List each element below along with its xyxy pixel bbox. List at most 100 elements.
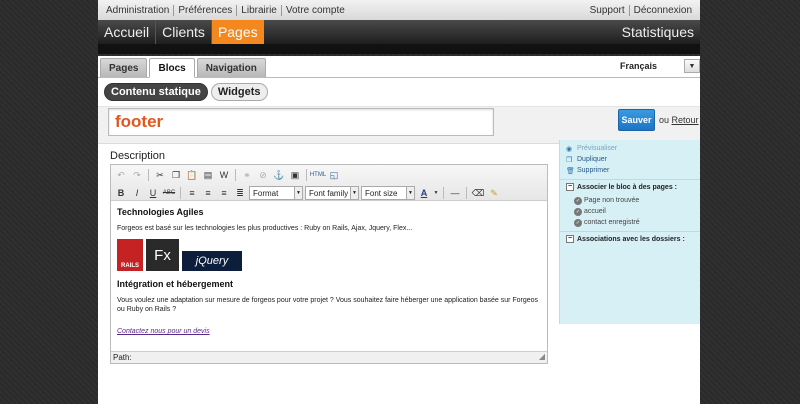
preview-label: Prévisualiser (577, 145, 618, 152)
nav-accueil[interactable]: Accueil (98, 20, 157, 44)
main-nav: Accueil Clients Pages Statistiques (98, 20, 700, 46)
link-icon[interactable]: ⚭ (240, 168, 254, 182)
cut-icon[interactable]: ✂ (153, 168, 167, 182)
back-link[interactable]: Retour (672, 115, 699, 125)
content-area: Pages Blocs Navigation Français ▼ Conten… (98, 56, 700, 404)
chevron-down-icon: ▼ (294, 187, 302, 199)
save-button[interactable]: Sauver (618, 109, 655, 131)
menu-deconnexion[interactable]: Déconnexion (628, 4, 696, 16)
tab-navigation[interactable]: Navigation (196, 58, 266, 77)
remove-format-icon[interactable]: ⌫ (471, 186, 485, 200)
rails-logo-text: RAILS (121, 263, 139, 269)
toolbar-divider (148, 169, 149, 181)
tab-bar: Pages Blocs Navigation Français ▼ (98, 56, 700, 78)
fullscreen-icon[interactable]: ◱ (327, 168, 341, 182)
paste-text-icon[interactable]: ▤ (201, 168, 215, 182)
editor-path-bar: Path: ◢ (111, 351, 547, 363)
tab-pages[interactable]: Pages (100, 58, 148, 77)
paste-icon[interactable]: 📋 (185, 168, 199, 182)
app-frame: Administration Préférences Librairie Vot… (98, 0, 700, 404)
tab-blocs[interactable]: Blocs (149, 58, 195, 78)
language-select[interactable]: Français ▼ (620, 59, 700, 73)
block-sidebar: ◉ Prévisualiser ❐ Dupliquer 🗑 Supprimer … (559, 140, 700, 324)
format-select-label: Format (253, 188, 279, 198)
top-menu-bar: Administration Préférences Librairie Vot… (98, 0, 700, 20)
toolbar-divider (180, 187, 181, 199)
unlink-icon[interactable]: ⊘ (256, 168, 270, 182)
preview-link[interactable]: ◉ Prévisualiser (566, 143, 694, 154)
content-heading-1: Technologies Agiles (117, 207, 204, 217)
subtab-contenu-statique[interactable]: Contenu statique (104, 83, 208, 101)
page-item[interactable]: ✓ Page non trouvée (566, 195, 694, 206)
menu-preferences[interactable]: Préférences (173, 4, 236, 16)
menu-votre-compte[interactable]: Votre compte (280, 4, 349, 16)
contact-link[interactable]: Contactez nous pour un devis (117, 328, 210, 335)
page-item-label: Page non trouvée (584, 197, 640, 204)
page-item[interactable]: ✓ contact enregistré (566, 217, 694, 228)
trash-icon: 🗑 (566, 167, 575, 175)
logo-row: RAILS Fx jQuery (117, 239, 541, 271)
assoc-folders-header[interactable]: − Associations avec les dossiers : (566, 235, 694, 243)
eye-icon: ◉ (566, 145, 573, 153)
toolbar-divider (235, 169, 236, 181)
top-menu-left: Administration Préférences Librairie Vot… (102, 4, 349, 16)
editor-content[interactable]: Technologies Agiles Forgeos est basé sur… (111, 201, 547, 341)
align-justify-icon[interactable]: ≣ (233, 186, 247, 200)
page-item-label: accueil (584, 208, 606, 215)
collapse-icon: − (566, 183, 574, 191)
anchor-icon[interactable]: ⚓ (272, 168, 286, 182)
menu-librairie[interactable]: Librairie (236, 4, 281, 16)
undo-icon[interactable]: ↶ (114, 168, 128, 182)
or-label: ou (659, 115, 670, 125)
menu-administration[interactable]: Administration (102, 5, 173, 16)
toolbar-divider (466, 187, 467, 199)
menu-support[interactable]: Support (586, 5, 629, 16)
assoc-folders-title: Associations avec les dossiers : (577, 235, 685, 243)
flex-logo: Fx (146, 239, 179, 271)
strikethrough-icon[interactable]: ABC (162, 186, 176, 200)
paste-word-icon[interactable]: W (217, 168, 231, 182)
font-size-select-label: Font size (365, 188, 398, 198)
align-left-icon[interactable]: ≡ (185, 186, 199, 200)
assoc-pages-header[interactable]: − Associer le bloc à des pages : (566, 183, 694, 191)
duplicate-icon: ❐ (566, 156, 573, 164)
assoc-folders-section: − Associations avec les dossiers : (560, 231, 700, 250)
toolbar-divider (443, 187, 444, 199)
horizontal-rule-icon[interactable]: — (448, 186, 462, 200)
font-family-select[interactable]: Font family ▼ (305, 186, 359, 200)
page-item[interactable]: ✓ accueil (566, 206, 694, 217)
editor-toolbar: ↶ ↷ ✂ ❐ 📋 ▤ W ⚭ ⊘ ⚓ ▣ HTML ◱ B I U ABC ≡… (111, 165, 547, 201)
html-icon[interactable]: HTML (310, 168, 326, 182)
delete-label: Supprimer (577, 167, 610, 174)
page-item-label: contact enregistré (584, 219, 640, 226)
redo-icon[interactable]: ↷ (130, 168, 144, 182)
check-icon: ✓ (574, 196, 582, 205)
align-center-icon[interactable]: ≡ (201, 186, 215, 200)
description-label: Description (110, 150, 166, 162)
language-selected: Français (620, 61, 658, 71)
text-color-icon[interactable]: A (417, 186, 431, 200)
subtab-widgets[interactable]: Widgets (210, 83, 268, 101)
image-icon[interactable]: ▣ (288, 168, 302, 182)
nav-clients[interactable]: Clients (156, 20, 212, 44)
chevron-down-icon[interactable]: ▼ (684, 59, 700, 73)
format-select[interactable]: Format ▼ (249, 186, 303, 200)
italic-icon[interactable]: I (130, 186, 144, 200)
delete-link[interactable]: 🗑 Supprimer (566, 165, 694, 176)
align-right-icon[interactable]: ≡ (217, 186, 231, 200)
resize-grip-icon[interactable]: ◢ (539, 351, 545, 362)
chevron-down-icon[interactable]: ▼ (433, 186, 439, 200)
nav-pages[interactable]: Pages (211, 20, 264, 44)
bold-icon[interactable]: B (114, 186, 128, 200)
underline-icon[interactable]: U (146, 186, 160, 200)
block-title-input[interactable] (108, 108, 494, 136)
copy-icon[interactable]: ❐ (169, 168, 183, 182)
cleanup-icon[interactable]: ✎ (487, 186, 501, 200)
duplicate-link[interactable]: ❐ Dupliquer (566, 154, 694, 165)
rails-logo: RAILS (117, 239, 143, 271)
nav-statistiques[interactable]: Statistiques (622, 20, 700, 44)
font-size-select[interactable]: Font size ▼ (361, 186, 415, 200)
rich-text-editor: ↶ ↷ ✂ ❐ 📋 ▤ W ⚭ ⊘ ⚓ ▣ HTML ◱ B I U ABC ≡… (110, 164, 548, 364)
jquery-logo-text: jQuery (195, 255, 229, 267)
sidebar-actions: ◉ Prévisualiser ❐ Dupliquer 🗑 Supprimer (560, 140, 700, 179)
